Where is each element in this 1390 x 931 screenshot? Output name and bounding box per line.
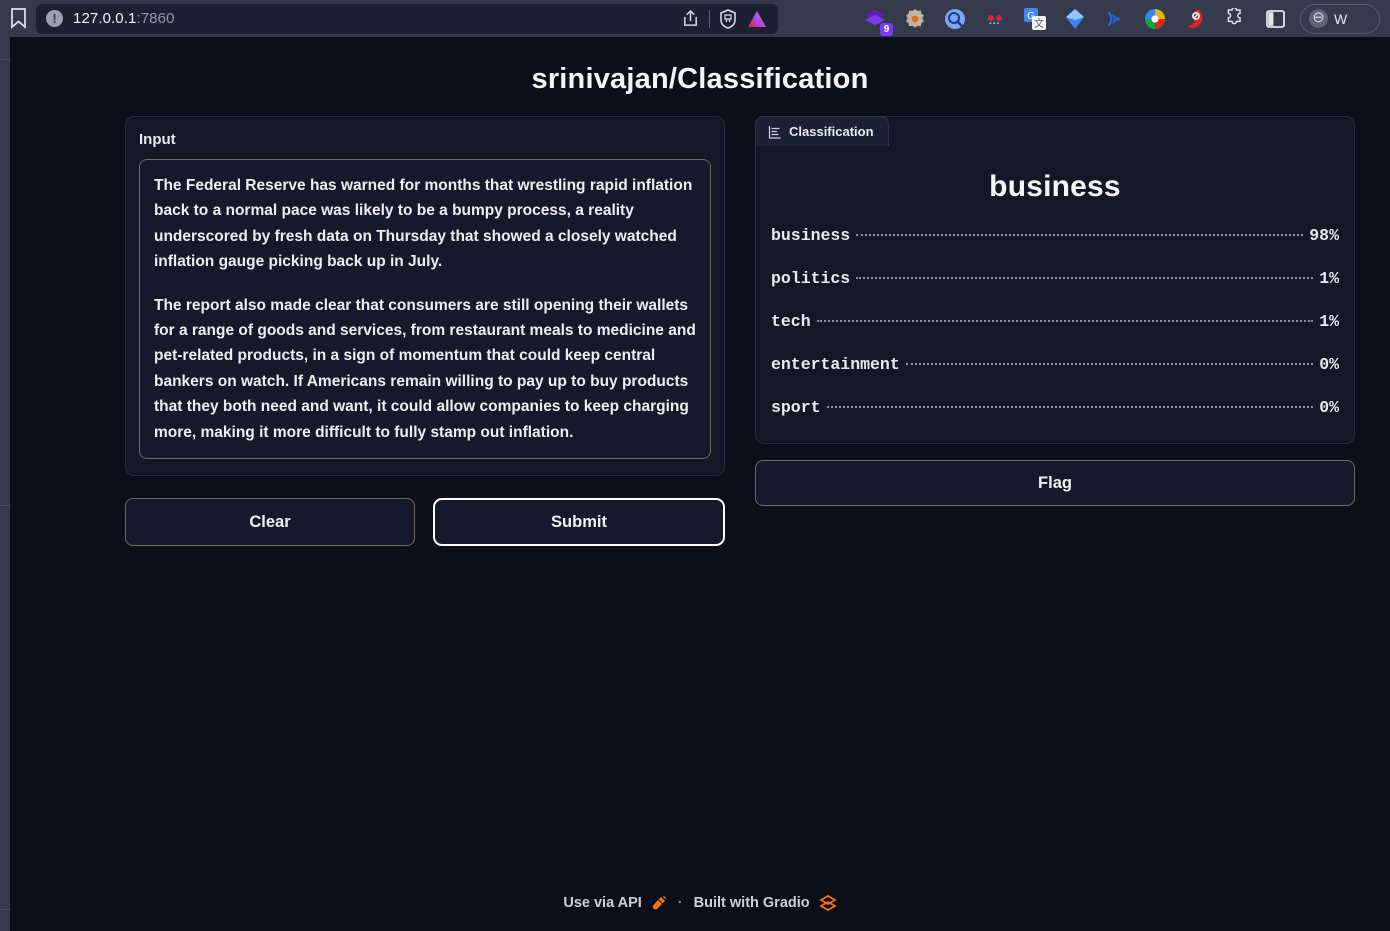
input-column: Input The Federal Reserve has warned for… — [125, 116, 725, 546]
use-via-api-link[interactable]: Use via API — [563, 895, 641, 911]
browser-toolbar: ! 127.0.0.1:7860 9 G 文 ⊖ W — [0, 0, 1390, 37]
confidence-value: 0% — [1319, 398, 1339, 417]
puzzle-piece-icon[interactable] — [1224, 7, 1246, 30]
gear-flower-icon[interactable] — [904, 8, 926, 30]
submit-button[interactable]: Submit — [433, 498, 725, 546]
bookmark-button[interactable] — [0, 0, 36, 37]
share-icon[interactable] — [681, 9, 700, 28]
page-title: srinivajan/Classification — [531, 63, 869, 95]
svg-text:文: 文 — [1034, 17, 1044, 30]
profile-avatar-icon: ⊖ — [1309, 9, 1328, 28]
confidence-value: 0% — [1319, 355, 1339, 374]
diamond-icon[interactable] — [1064, 8, 1086, 30]
predicted-label: business — [989, 170, 1121, 203]
extension-icons: 9 G文 — [864, 7, 1286, 36]
footer-separator: · — [677, 895, 683, 911]
confidence-row: business 98% — [771, 226, 1339, 245]
input-block: Input The Federal Reserve has warned for… — [125, 116, 725, 476]
classification-block: Classification business business 98% pol… — [755, 116, 1355, 444]
flag-button[interactable]: Flag — [755, 460, 1355, 506]
confidence-leader — [905, 363, 1314, 365]
input-label: Input — [139, 131, 176, 148]
input-paragraph-1: The Federal Reserve has warned for month… — [154, 177, 693, 271]
gradio-logo-icon — [818, 895, 837, 911]
sidebar-toggle-icon[interactable] — [1264, 8, 1286, 30]
clear-button[interactable]: Clear — [125, 498, 415, 546]
tab-classification[interactable]: Classification — [755, 116, 889, 146]
toolbar-divider — [709, 9, 710, 28]
goggles-icon[interactable] — [984, 8, 1006, 30]
google-translate-icon[interactable]: G文 — [1024, 7, 1046, 30]
colorful-swirl-icon[interactable] — [1144, 8, 1166, 30]
tab-strip: Classification — [755, 116, 1354, 146]
brave-shield-icon[interactable] — [719, 8, 737, 29]
url-host: 127.0.0.1 — [73, 10, 137, 27]
address-bar-actions — [681, 8, 768, 29]
triangle-profile-icon[interactable] — [746, 9, 768, 29]
bookmark-icon — [10, 8, 26, 29]
profile-label: W — [1334, 10, 1348, 27]
url-text: 127.0.0.1:7860 — [73, 10, 175, 27]
confidence-leader — [816, 320, 1314, 322]
confidence-label: politics — [771, 269, 851, 288]
confidence-label: entertainment — [771, 355, 900, 374]
confidence-value: 98% — [1309, 226, 1339, 245]
built-with-gradio-link[interactable]: Built with Gradio — [694, 895, 810, 911]
address-bar[interactable]: ! 127.0.0.1:7860 — [36, 3, 778, 34]
magnifier-icon[interactable] — [944, 8, 966, 30]
action-buttons: Clear Submit — [125, 498, 725, 546]
plug-icon — [652, 895, 666, 910]
confidence-value: 1% — [1319, 269, 1339, 288]
extension-badge-count: 9 — [880, 22, 893, 36]
site-info-icon[interactable]: ! — [46, 10, 63, 27]
confidence-leader — [826, 406, 1314, 408]
gradio-app: srinivajan/Classification Input The Fede… — [10, 37, 1390, 931]
confidence-leader — [856, 234, 1304, 236]
confidence-row: politics 1% — [771, 269, 1339, 288]
confidence-label: business — [771, 226, 851, 245]
browser-side-strip — [0, 37, 10, 931]
confidence-row: sport 0% — [771, 398, 1339, 417]
url-port: :7860 — [136, 10, 175, 27]
input-paragraph-2: The report also made clear that consumer… — [154, 296, 696, 441]
confidence-row: entertainment 0% — [771, 355, 1339, 374]
profile-button[interactable]: ⊖ W — [1300, 3, 1380, 34]
red-block-icon[interactable] — [1184, 8, 1206, 30]
label-output: business business 98% politics 1% tech 1… — [756, 146, 1354, 443]
confidence-row: tech 1% — [771, 312, 1339, 331]
bar-chart-icon — [768, 125, 781, 139]
tab-classification-label: Classification — [789, 124, 874, 139]
output-column: Classification business business 98% pol… — [755, 116, 1355, 546]
confidence-label: sport — [771, 398, 821, 417]
input-textarea[interactable]: The Federal Reserve has warned for month… — [139, 159, 711, 459]
wifi-signal-icon[interactable] — [1104, 8, 1126, 30]
browser-viewport: srinivajan/Classification Input The Fede… — [0, 37, 1390, 931]
confidence-label: tech — [771, 312, 811, 331]
main-columns: Input The Federal Reserve has warned for… — [10, 96, 1390, 546]
confidence-value: 1% — [1319, 312, 1339, 331]
footer: Use via API · Built with Gradio — [10, 894, 1390, 912]
confidence-leader — [856, 277, 1314, 279]
purple-layers-icon[interactable]: 9 — [864, 8, 893, 36]
